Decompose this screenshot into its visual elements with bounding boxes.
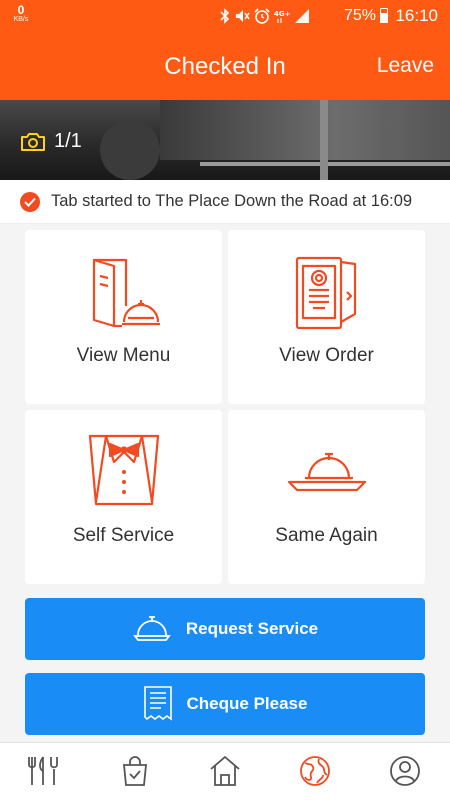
- globe-icon: [300, 756, 330, 786]
- bluetooth-icon: [220, 8, 230, 24]
- bell-cloche-icon: [133, 616, 171, 641]
- view-menu-tile[interactable]: View Menu: [25, 230, 222, 404]
- profile-icon: [390, 756, 420, 786]
- self-service-label: Self Service: [72, 525, 175, 546]
- network-speed-unit: KB/s: [13, 16, 29, 23]
- cheque-please-button[interactable]: Cheque Please: [25, 673, 425, 735]
- view-menu-label: View Menu: [76, 345, 171, 366]
- receipt-icon: [143, 686, 172, 721]
- order-icon: [295, 256, 356, 330]
- camera-icon: [21, 132, 45, 151]
- self-service-tile[interactable]: Self Service: [25, 410, 222, 584]
- request-service-label: Request Service: [185, 619, 319, 638]
- battery-percent: 75%: [343, 7, 376, 24]
- alarm-icon: [254, 8, 270, 24]
- tab-profile[interactable]: [385, 753, 425, 789]
- home-icon: [210, 755, 240, 786]
- photo-counter: 1/1: [20, 130, 82, 153]
- shopping-bag-icon: [123, 756, 147, 786]
- network-speed: 0 KB/s: [10, 4, 32, 23]
- same-again-label: Same Again: [275, 525, 378, 546]
- tab-menu[interactable]: [25, 753, 65, 789]
- photo-counter-text: 1/1: [54, 130, 82, 152]
- venue-photo[interactable]: 1/1: [0, 100, 450, 180]
- signal-icon: [295, 9, 309, 23]
- same-again-tile[interactable]: Same Again: [228, 410, 425, 584]
- request-service-button[interactable]: Request Service: [25, 598, 425, 660]
- cloche-icon: [287, 452, 366, 492]
- cheque-please-label: Cheque Please: [186, 694, 308, 713]
- waiter-icon: [88, 434, 159, 506]
- view-order-tile[interactable]: View Order: [228, 230, 425, 404]
- battery-icon: [380, 8, 388, 23]
- leave-button[interactable]: Leave: [377, 54, 434, 78]
- status-icons: 4G+: [220, 8, 310, 24]
- notice-text: Tab started to The Place Down the Road a…: [51, 192, 413, 210]
- photo-shape: [100, 120, 160, 180]
- mute-icon: [236, 10, 250, 22]
- check-circle-icon: [20, 191, 40, 212]
- view-order-label: View Order: [279, 345, 374, 366]
- tab-home[interactable]: [205, 753, 245, 789]
- menu-icon: [92, 258, 160, 328]
- tab-started-notice: Tab started to The Place Down the Road a…: [0, 180, 450, 224]
- tab-bag[interactable]: [115, 753, 155, 789]
- status-bar: 0 KB/s 4G+ 75% 16:10: [0, 0, 450, 32]
- bottom-tab-bar: [0, 742, 450, 800]
- photo-shape: [320, 100, 328, 180]
- app-header: Checked In Leave: [0, 32, 450, 100]
- tab-explore[interactable]: [295, 753, 335, 789]
- svg-text:4G+: 4G+: [274, 10, 290, 18]
- clock: 16:10: [395, 6, 438, 25]
- cutlery-icon: [28, 756, 58, 785]
- photo-shape: [160, 100, 450, 160]
- 4g-icon: 4G+: [274, 10, 290, 23]
- network-speed-value: 0: [17, 3, 25, 17]
